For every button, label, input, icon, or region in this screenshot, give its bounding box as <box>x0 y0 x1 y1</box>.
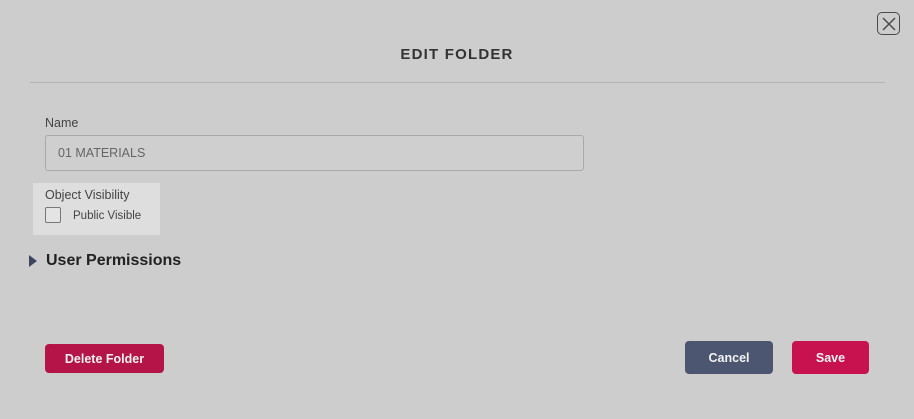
user-permissions-label: User Permissions <box>46 252 182 269</box>
name-input[interactable] <box>45 135 584 171</box>
user-permissions-toggle[interactable]: User Permissions <box>29 252 181 270</box>
cancel-button[interactable]: Cancel <box>685 341 773 374</box>
edit-folder-dialog: EDIT FOLDER Name Object Visibility Publi… <box>0 0 914 419</box>
dialog-title: EDIT FOLDER <box>400 46 514 63</box>
public-visible-label[interactable]: Public Visible <box>73 210 141 222</box>
public-visible-checkbox[interactable] <box>45 207 61 223</box>
save-button[interactable]: Save <box>792 341 869 374</box>
title-divider <box>30 82 885 83</box>
name-label: Name <box>45 116 79 130</box>
close-icon <box>881 16 896 31</box>
close-button[interactable] <box>877 12 900 35</box>
delete-folder-button[interactable]: Delete Folder <box>45 344 164 373</box>
visibility-label: Object Visibility <box>45 188 130 202</box>
caret-right-icon <box>29 255 37 267</box>
